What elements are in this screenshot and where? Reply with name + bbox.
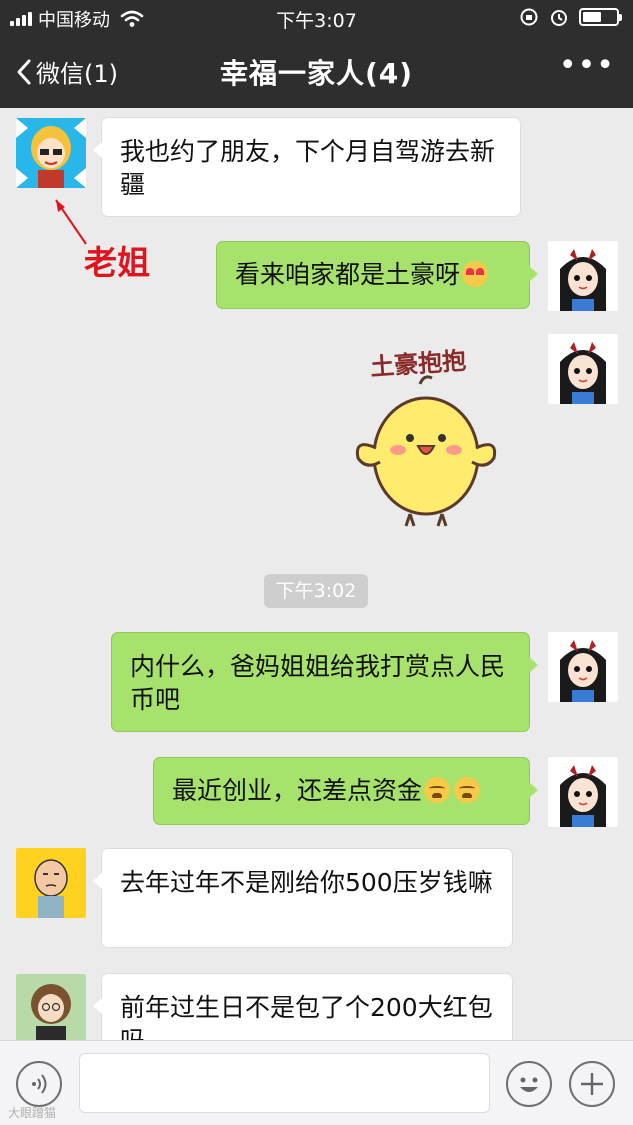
more-icon[interactable]: ••• — [559, 51, 615, 81]
message-bubble[interactable]: 看来咱家都是土豪呀 — [216, 241, 538, 309]
my-avatar[interactable] — [548, 757, 618, 827]
chick-sticker-icon — [355, 375, 497, 527]
message-input[interactable] — [79, 1053, 490, 1113]
message-text: 最近创业，还差点资金 — [172, 776, 423, 805]
watermark: 大眼蹭猫 — [8, 1106, 57, 1120]
input-bar: 大眼蹭猫 — [0, 1040, 633, 1125]
dad-avatar[interactable] — [16, 848, 86, 918]
message-text: 去年过年不是刚给你500压岁钱嘛 — [120, 868, 493, 897]
plus-icon — [581, 1073, 603, 1095]
message-text: 看来咱家都是土豪呀 — [235, 260, 461, 289]
rotation-lock-icon — [520, 8, 538, 26]
chat-area[interactable]: 我也约了朋友，下个月自驾游去新疆 老姐 看来咱家都是土豪呀 土豪抱抱 下午3:0… — [0, 108, 633, 1040]
status-bar: 中国移动 下午3:07 — [0, 0, 633, 34]
annotation-label: 老姐 — [84, 243, 150, 282]
sister-avatar[interactable] — [16, 118, 86, 188]
nav-bar: 微信(1) 幸福一家人(4) ••• — [0, 34, 633, 108]
alarm-icon — [551, 10, 567, 26]
voice-button[interactable] — [16, 1061, 62, 1107]
battery-icon — [579, 8, 622, 26]
message-bubble[interactable]: 最近创业，还差点资金 — [153, 757, 538, 825]
heart-eyes-emoji-icon — [462, 261, 489, 287]
emoji-button[interactable] — [506, 1061, 552, 1107]
message-bubble[interactable]: 内什么，爸妈姐姐给我打赏点人民币吧 — [111, 632, 538, 732]
sticker-image[interactable]: 土豪抱抱 — [340, 338, 520, 534]
timestamp-badge: 下午3:02 — [264, 574, 368, 608]
message-text: 我也约了朋友，下个月自驾游去新疆 — [120, 137, 496, 199]
message-bubble[interactable]: 前年过生日不是包了个200大红包吗 — [93, 973, 513, 1040]
voice-icon — [32, 1074, 47, 1094]
my-avatar[interactable] — [548, 632, 618, 702]
message-bubble[interactable]: 我也约了朋友，下个月自驾游去新疆 — [93, 117, 521, 217]
crying-emoji-icon — [454, 777, 481, 803]
smiley-icon — [520, 1077, 538, 1092]
message-text: 内什么，爸妈姐姐给我打赏点人民币吧 — [130, 652, 506, 714]
add-button[interactable] — [569, 1061, 615, 1107]
message-bubble[interactable]: 去年过年不是刚给你500压岁钱嘛 — [93, 848, 513, 948]
chat-title: 幸福一家人(4) — [219, 57, 414, 90]
crying-emoji-icon — [424, 777, 451, 803]
my-avatar[interactable] — [548, 334, 618, 404]
message-text: 前年过生日不是包了个200大红包吗 — [120, 993, 493, 1040]
my-avatar[interactable] — [548, 241, 618, 311]
mom-avatar[interactable] — [16, 974, 86, 1040]
